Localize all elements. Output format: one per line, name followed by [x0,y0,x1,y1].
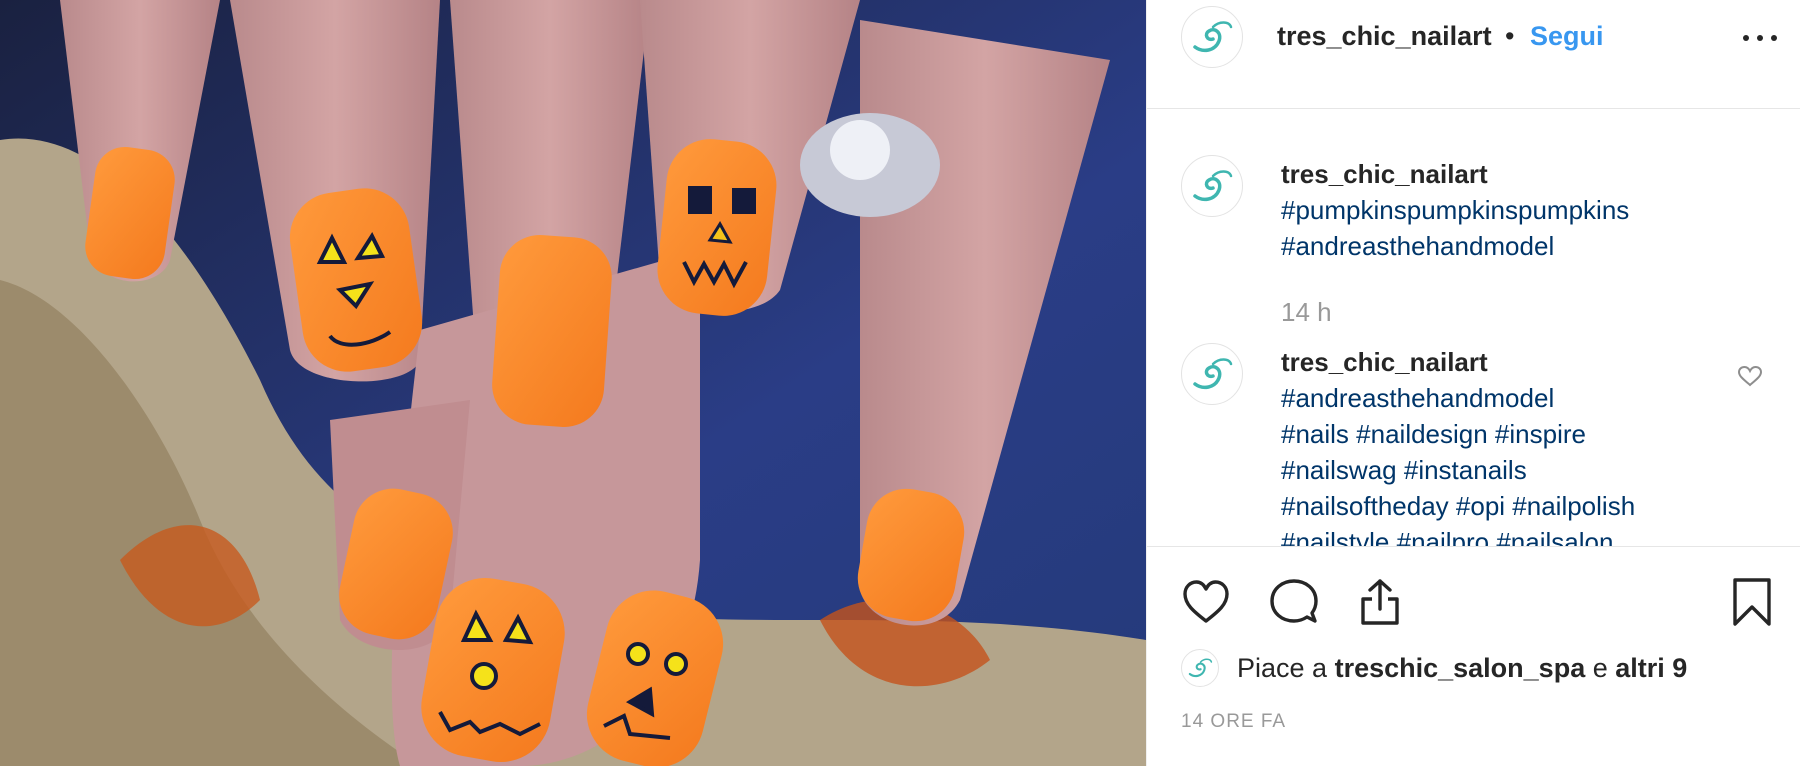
caption-username[interactable]: tres_chic_nailart [1281,159,1488,190]
swirl-logo-icon [1193,21,1233,53]
post-author-username[interactable]: tres_chic_nailart [1277,21,1492,52]
caption-hashtag[interactable]: #andreasthehandmodel [1281,231,1554,262]
comments-section[interactable]: tres_chic_nailart #pumpkinspumpkinspumpk… [1147,109,1800,546]
likes-joiner: e [1592,653,1608,683]
more-dot [1771,35,1777,41]
comment-like-heart-icon[interactable] [1737,365,1763,387]
caption-avatar[interactable] [1181,155,1243,217]
post-image[interactable] [0,0,1146,766]
comment-username[interactable]: tres_chic_nailart [1281,347,1488,378]
comment-bubble-icon[interactable] [1269,577,1319,627]
post-timestamp: 14 ORE FA [1181,711,1287,732]
comment-avatar[interactable] [1181,343,1243,405]
swirl-logo-icon [1193,170,1233,202]
profile-avatar[interactable] [1181,6,1243,68]
comment-hashtag-line[interactable]: #nailswag #instanails [1281,455,1527,486]
more-dot [1743,35,1749,41]
swirl-logo-icon [1188,658,1213,678]
follow-button[interactable]: Segui [1530,21,1604,52]
comment-hashtag-line[interactable]: #nails #naildesign #inspire [1281,419,1586,450]
liker-username[interactable]: treschic_salon_spa [1335,653,1586,683]
share-icon[interactable] [1355,577,1405,627]
swirl-logo-icon [1193,358,1233,390]
action-bar: Piace a treschic_salon_spa e altri 9 14 … [1147,546,1800,766]
comment-hashtag-line[interactable]: #nailstyle #nailpro #nailsalon [1281,527,1613,546]
nail-art-photo [0,0,1146,766]
more-options-icon[interactable] [1743,26,1777,50]
comment-hashtag-line[interactable]: #nailsoftheday #opi #nailpolish [1281,491,1635,522]
heart-icon[interactable] [1181,577,1231,627]
likes-others-link[interactable]: altri 9 [1615,653,1687,683]
post-side-panel: tres_chic_nailart • Segui tres_chic_nail… [1146,0,1800,766]
more-dot [1757,35,1763,41]
post-header: tres_chic_nailart • Segui [1147,0,1800,109]
header-separator: • [1505,21,1515,51]
caption-time: 14 h [1281,297,1332,327]
bookmark-icon[interactable] [1727,577,1777,627]
caption-hashtag[interactable]: #pumpkinspumpkinspumpkins [1281,195,1629,226]
likes-prefix: Piace a [1237,653,1328,683]
likes-summary: Piace a treschic_salon_spa e altri 9 [1237,653,1687,684]
liker-avatar[interactable] [1181,649,1219,687]
comment-hashtag-line[interactable]: #andreasthehandmodel [1281,383,1554,414]
